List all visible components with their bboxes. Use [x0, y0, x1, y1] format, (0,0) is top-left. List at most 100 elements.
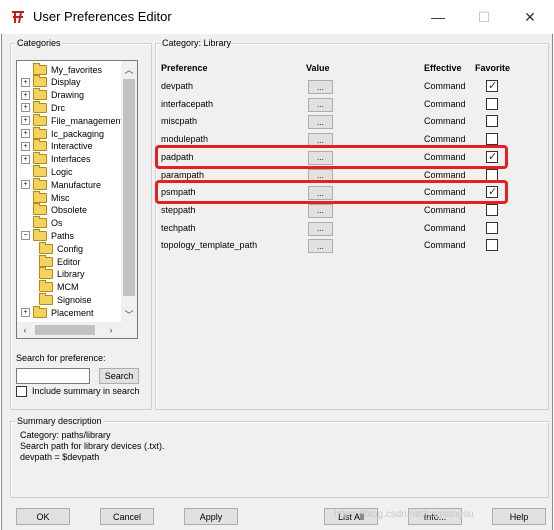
preference-name: techpath	[161, 222, 196, 233]
expand-icon[interactable]: +	[21, 129, 30, 138]
scroll-up-icon[interactable]: ︿	[121, 61, 137, 77]
preference-name: devpath	[161, 81, 194, 91]
tree-item[interactable]: MCM	[39, 280, 79, 294]
cancel-button[interactable]: Cancel	[100, 508, 154, 525]
folder-icon	[33, 190, 47, 203]
title-bar: User Preferences Editor — ☐ ✕	[0, 0, 554, 34]
tree-item[interactable]: + Drc	[21, 100, 65, 114]
help-button[interactable]: Help	[492, 508, 546, 525]
edit-value-button[interactable]: ...	[308, 239, 333, 254]
tree-item[interactable]: + Placement	[21, 305, 94, 319]
effective-value: Command	[424, 169, 466, 180]
favorite-checkbox[interactable]	[486, 97, 498, 110]
tree-item[interactable]: Logic	[21, 164, 73, 178]
folder-icon	[33, 100, 47, 113]
folder-icon	[33, 152, 47, 165]
preference-name: miscpath	[161, 116, 198, 127]
scroll-thumb[interactable]	[123, 79, 135, 296]
tree-item[interactable]: Obsolete	[21, 203, 87, 217]
favorite-checkbox[interactable]	[486, 221, 498, 234]
expand-icon[interactable]: +	[21, 90, 30, 100]
favorite-checkbox[interactable]: ✓	[486, 80, 498, 92]
category-panel-label: Category: Library	[160, 38, 234, 48]
tree-item[interactable]: Config	[39, 241, 83, 255]
preference-name: interfacepath	[161, 98, 214, 109]
highlight-annotation	[155, 180, 508, 205]
maximize-button[interactable]: ☐	[461, 0, 507, 34]
search-input[interactable]	[16, 368, 90, 384]
tree-item[interactable]: Misc	[21, 190, 70, 204]
expand-icon[interactable]: +	[21, 116, 30, 126]
folder-icon	[33, 75, 47, 88]
tree-item[interactable]: Editor	[39, 254, 81, 268]
folder-icon	[39, 292, 53, 305]
tree-item-label: Placement	[51, 307, 94, 318]
tree-item[interactable]: + Interfaces	[21, 152, 91, 166]
minimize-button[interactable]: —	[415, 0, 461, 34]
folder-icon	[33, 113, 47, 126]
tree-item[interactable]: Os	[21, 216, 63, 230]
preference-name: parampath	[161, 169, 205, 180]
favorite-checkbox[interactable]	[486, 115, 498, 128]
tree-item[interactable]: − Paths	[21, 228, 74, 242]
favorite-checkbox[interactable]	[486, 133, 498, 146]
scroll-right-icon[interactable]: ›	[103, 322, 119, 338]
tree-vertical-scrollbar[interactable]: ︿ ﹀	[121, 61, 137, 338]
tree-item[interactable]: My_favorites	[21, 62, 102, 76]
folder-icon	[33, 228, 47, 241]
window-title: User Preferences Editor	[33, 9, 172, 24]
favorite-checkbox[interactable]	[486, 168, 498, 181]
h-scroll-thumb[interactable]	[35, 325, 95, 335]
tree-item[interactable]: Library	[39, 267, 85, 281]
tree-item[interactable]: + Manufacture	[21, 177, 101, 191]
favorite-checkbox[interactable]	[486, 239, 498, 252]
expand-icon[interactable]: +	[21, 77, 30, 87]
collapse-icon[interactable]: −	[21, 231, 30, 241]
scroll-left-icon[interactable]: ‹	[17, 322, 33, 338]
preference-name: steppath	[161, 204, 196, 215]
highlight-annotation	[155, 144, 508, 169]
tree-item[interactable]: + Interactive	[21, 139, 93, 153]
close-icon: ✕	[524, 8, 536, 25]
tree-item[interactable]: + File_management	[21, 113, 124, 127]
tree-item-label: Interactive	[51, 141, 93, 152]
edit-value-button[interactable]: ...	[308, 203, 333, 218]
folder-icon	[33, 305, 47, 318]
summary-line-1: Category: paths/library	[20, 430, 111, 440]
tree-item[interactable]: Signoise	[39, 292, 92, 306]
tree-item-label: Ic_packaging	[51, 128, 105, 139]
expand-icon[interactable]: +	[21, 308, 30, 318]
minimize-icon: —	[431, 9, 445, 25]
favorite-checkbox[interactable]	[486, 203, 498, 216]
header-preference: Preference	[161, 63, 208, 73]
edit-value-button[interactable]: ...	[308, 97, 333, 112]
tree-item-label: Interfaces	[51, 154, 91, 165]
tree-item[interactable]: + Ic_packaging	[21, 126, 105, 140]
tree-item[interactable]: + Drawing	[21, 88, 84, 102]
include-summary-checkbox[interactable]	[16, 386, 27, 397]
expand-icon[interactable]: +	[21, 154, 30, 164]
scroll-down-icon[interactable]: ﹀	[121, 306, 137, 322]
search-label: Search for preference:	[16, 353, 106, 363]
expand-icon[interactable]: +	[21, 103, 30, 113]
tree-item-label: Logic	[51, 166, 73, 177]
expand-icon[interactable]: +	[21, 180, 30, 190]
category-tree[interactable]: My_favorites + Display + Drawing + Drc + File_ma…	[16, 60, 138, 339]
tree-item[interactable]: + Display	[21, 75, 81, 89]
ok-button[interactable]: OK	[16, 508, 70, 525]
close-button[interactable]: ✕	[507, 0, 553, 34]
edit-value-button[interactable]: ...	[308, 115, 333, 130]
tree-item-label: Signoise	[57, 294, 92, 305]
tree-item-label: File_management	[51, 115, 124, 126]
edit-value-button[interactable]: ...	[308, 80, 333, 94]
folder-icon	[33, 126, 47, 139]
maximize-icon: ☐	[477, 8, 491, 25]
apply-button[interactable]: Apply	[184, 508, 238, 525]
edit-value-button[interactable]: ...	[308, 221, 333, 236]
search-button[interactable]: Search	[99, 368, 139, 384]
expand-icon[interactable]: +	[21, 141, 30, 151]
folder-icon	[39, 267, 53, 280]
folder-icon	[33, 216, 47, 229]
preference-name: modulepath	[161, 134, 209, 145]
tree-horizontal-scrollbar[interactable]: ‹ ›	[17, 322, 121, 338]
